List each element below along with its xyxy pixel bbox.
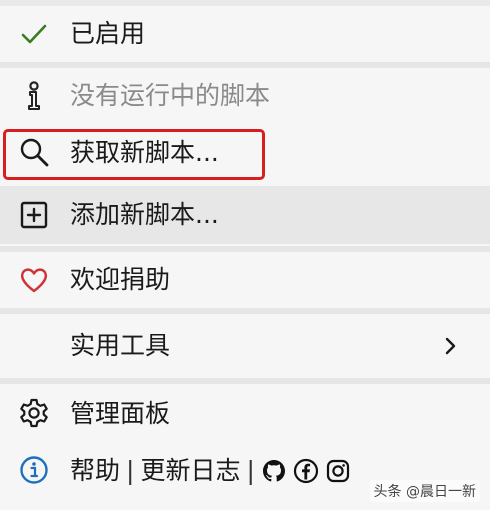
link-separator: | xyxy=(126,456,135,485)
chevron-right-icon xyxy=(445,337,456,355)
enabled-label: 已启用 xyxy=(70,19,146,48)
instagram-icon[interactable] xyxy=(325,458,351,484)
heart-icon xyxy=(20,268,48,293)
dashboard-label: 管理面板 xyxy=(70,399,171,428)
utilities-submenu[interactable]: 实用工具 xyxy=(0,318,490,374)
no-running-scripts: 没有运行中的脚本 xyxy=(0,72,490,120)
separator-4 xyxy=(0,378,490,384)
help-link[interactable]: 帮助 xyxy=(70,455,120,487)
donate-label: 欢迎捐助 xyxy=(70,265,171,294)
no-scripts-label: 没有运行中的脚本 xyxy=(70,81,271,110)
facebook-icon[interactable] xyxy=(293,458,319,484)
top-strip xyxy=(0,0,490,6)
get-scripts-label: 获取新脚本... xyxy=(70,138,219,167)
changelog-link[interactable]: 更新日志 xyxy=(140,455,240,487)
search-icon xyxy=(20,138,49,167)
help-links: 帮助 | 更新日志 | xyxy=(70,454,357,487)
add-new-script-item[interactable]: 添加新脚本... xyxy=(0,186,490,244)
utilities-label: 实用工具 xyxy=(70,331,171,360)
info-circle-icon xyxy=(20,456,48,484)
extension-popup-menu: 已启用 没有运行中的脚本 获取新脚本... 添加新脚本... 欢迎捐助 实用工具… xyxy=(0,0,490,510)
plus-square-icon xyxy=(20,201,48,229)
enabled-toggle[interactable]: 已启用 xyxy=(0,12,490,56)
dashboard-item[interactable]: 管理面板 xyxy=(0,388,490,440)
github-icon[interactable] xyxy=(261,458,287,484)
checkmark-icon xyxy=(21,24,47,44)
watermark: 头条 @晨日一新 xyxy=(369,480,480,502)
gear-icon xyxy=(20,398,48,428)
info-icon xyxy=(28,81,40,110)
separator-3 xyxy=(0,308,490,314)
add-script-label: 添加新脚本... xyxy=(70,200,219,229)
separator-1 xyxy=(0,62,490,68)
get-new-scripts-item[interactable]: 获取新脚本... xyxy=(0,128,490,180)
donate-item[interactable]: 欢迎捐助 xyxy=(0,256,490,304)
link-separator: | xyxy=(246,456,255,485)
separator-2 xyxy=(0,246,490,252)
